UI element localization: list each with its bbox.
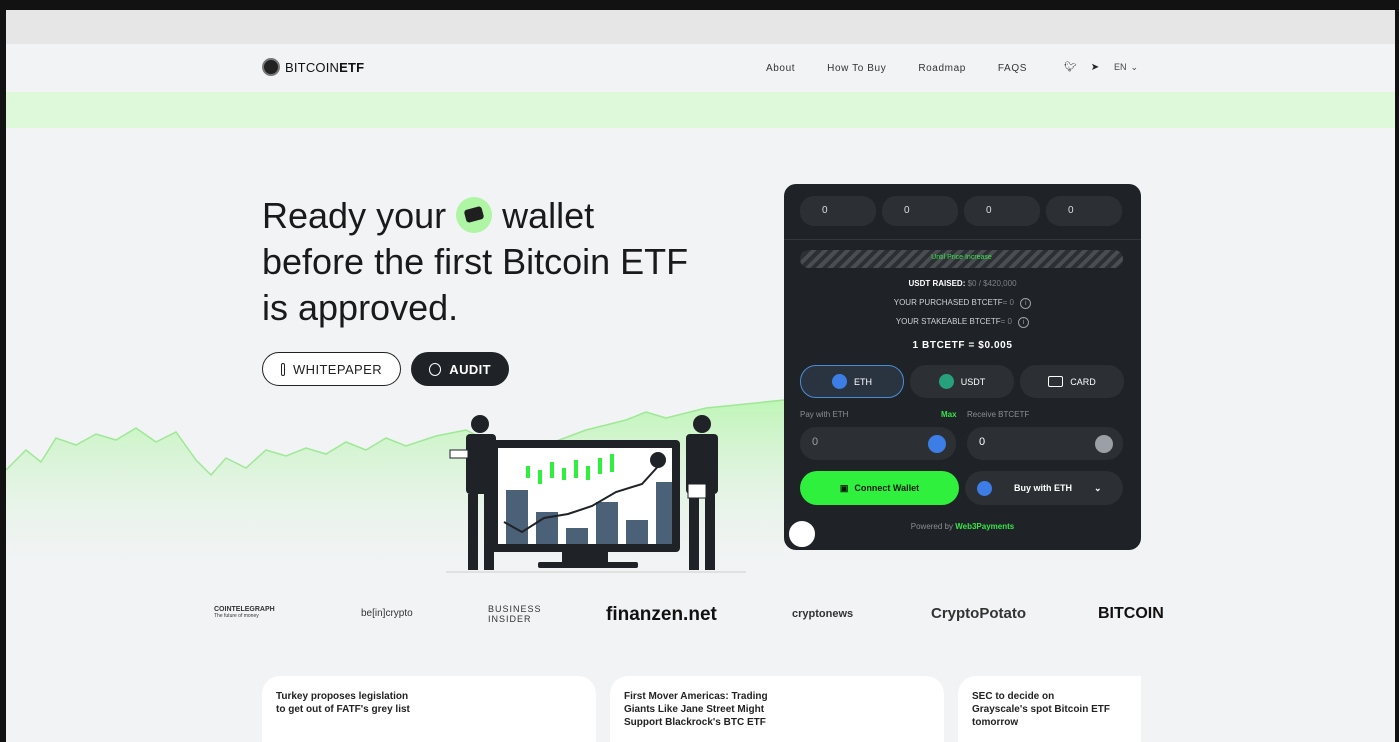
presale-widget: 0 0 0 0 Until Price Increase USDT RAISED… (784, 184, 1141, 550)
usdt-icon (938, 374, 954, 389)
btcetf-token-icon (1095, 435, 1113, 453)
press-logo-cryptonews[interactable]: cryptonews (792, 608, 853, 620)
announcement-band (6, 92, 1395, 128)
bitcoin-logo-icon (262, 58, 280, 76)
nav-link-faqs[interactable]: FAQS (998, 63, 1027, 74)
receive-amount-input[interactable]: 0 (967, 427, 1123, 460)
telegram-icon[interactable]: ➤ (1091, 62, 1099, 73)
press-logo-cryptopotato[interactable]: CryptoPotato (931, 605, 1026, 622)
wallet-icon (456, 197, 493, 233)
audit-icon (429, 362, 442, 376)
news-card[interactable]: SEC to decide on Grayscale's spot Bitcoi… (958, 676, 1141, 742)
eth-icon (977, 480, 992, 496)
purchased-balance: YOUR PURCHASED BTCETF= 0 i (784, 298, 1141, 309)
nav-link-about[interactable]: About (766, 63, 795, 74)
web3payments-link[interactable]: Web3Payments (955, 522, 1014, 531)
wallet-icon: ▣ (839, 482, 849, 493)
eth-icon (928, 435, 946, 453)
news-card[interactable]: Turkey proposes legislation to get out o… (262, 676, 596, 742)
press-logo-business-insider[interactable]: BUSINESS INSIDER (488, 604, 548, 624)
card-icon (1048, 376, 1064, 387)
hero-headline: Ready your wallet before the first Bitco… (262, 195, 689, 328)
info-icon[interactable]: i (1018, 317, 1030, 328)
nav-link-roadmap[interactable]: Roadmap (918, 63, 966, 74)
usdt-raised: USDT RAISED: $0 / $420,000 (908, 279, 1017, 288)
connect-wallet-button[interactable]: ▣ Connect Wallet (800, 471, 959, 505)
buy-with-eth-dropdown[interactable]: Buy with ETH ⌄ (965, 471, 1123, 505)
news-headline: Turkey proposes legislation to get out o… (276, 691, 410, 715)
tab-eth[interactable]: ETH (800, 365, 904, 398)
nav-links: About How To Buy Roadmap FAQS (766, 63, 1027, 74)
press-logo-beincrypto[interactable]: be[in]crypto (361, 608, 413, 619)
chevron-down-icon: ⌄ (1094, 482, 1102, 493)
widget-divider (784, 239, 1141, 240)
max-button[interactable]: Max (941, 410, 957, 419)
pay-amount-input[interactable]: 0 (800, 427, 956, 460)
countdown-timer: 0 0 0 0 (800, 196, 1122, 226)
news-headline: First Mover Americas: Trading Giants Lik… (624, 691, 768, 728)
countdown-minutes: 0 (964, 196, 1040, 226)
hero-buttons: WHITEPAPER AUDIT (262, 352, 509, 386)
top-nav: BITCOINETF About How To Buy Roadmap FAQS… (6, 44, 1395, 92)
audit-button[interactable]: AUDIT (411, 352, 509, 386)
countdown-seconds: 0 (1046, 196, 1122, 226)
chevron-down-icon: ⌄ (1130, 62, 1139, 72)
presale-progress-bar: Until Price Increase (800, 250, 1123, 268)
brand-logo-link[interactable]: BITCOINETF (262, 58, 364, 76)
powered-by: Powered by Web3Payments (910, 522, 1015, 531)
press-logo-cointelegraph[interactable]: COINTELEGRAPH The future of money (214, 606, 275, 619)
twitter-icon[interactable]: 🐦︎ (1064, 62, 1077, 73)
receive-label: Receive BTCETF (967, 410, 1030, 419)
tab-usdt[interactable]: USDT (910, 365, 1014, 398)
token-price: 1 BTCETF = $0.005 (912, 340, 1013, 351)
whitepaper-button[interactable]: WHITEPAPER (262, 352, 401, 386)
press-logo-finanzen[interactable]: finanzen.net (606, 604, 717, 626)
language-selector[interactable]: EN ⌄ (1114, 62, 1138, 73)
news-headline: SEC to decide on Grayscale's spot Bitcoi… (972, 691, 1110, 728)
input-labels: Pay with ETH Max Receive BTCETF (800, 410, 1123, 419)
progress-label: Until Price Increase (931, 254, 992, 261)
pay-with-label: Pay with ETH (800, 410, 849, 419)
traders-illustration (446, 415, 746, 573)
news-card[interactable]: First Mover Americas: Trading Giants Lik… (610, 676, 944, 742)
bitcoin-badge-icon (786, 518, 818, 550)
countdown-hours: 0 (882, 196, 958, 226)
browser-strip (6, 10, 1395, 44)
document-icon (281, 362, 285, 376)
brand-name: BITCOINETF (285, 59, 365, 75)
press-logos: COINTELEGRAPH The future of money be[in]… (6, 600, 1395, 630)
payment-method-tabs: ETH USDT CARD (800, 365, 1124, 398)
press-logo-bitcoin[interactable]: BITCOIN (1098, 605, 1164, 623)
nav-link-how-to-buy[interactable]: How To Buy (827, 63, 886, 74)
tab-card[interactable]: CARD (1020, 365, 1124, 398)
social-links: 🐦︎ ➤ (1064, 62, 1099, 73)
language-label: EN (1114, 62, 1127, 72)
eth-icon (832, 374, 847, 389)
stakeable-balance: YOUR STAKEABLE BTCETF= 0 i (784, 317, 1141, 328)
page: BITCOINETF About How To Buy Roadmap FAQS… (6, 10, 1395, 742)
countdown-days: 0 (800, 196, 876, 226)
info-icon[interactable]: i (1020, 298, 1032, 309)
